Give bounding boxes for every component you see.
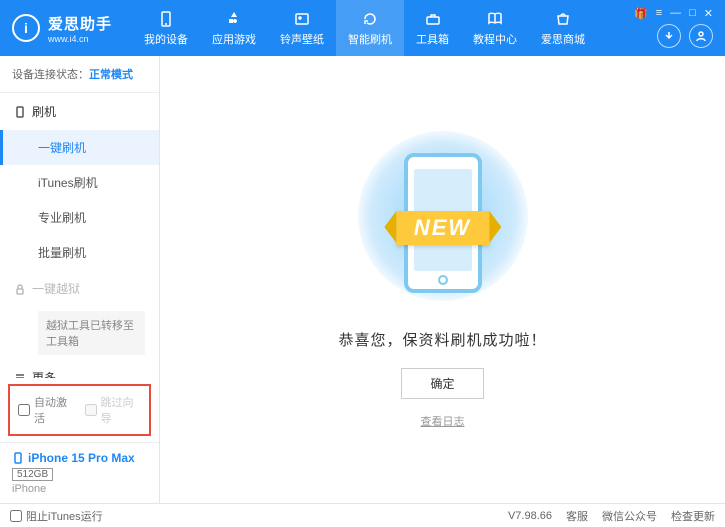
group-label: 一键越狱 [32,280,80,297]
group-label: 刷机 [32,103,56,120]
status-value: 正常模式 [89,69,133,81]
nav-flash[interactable]: 智能刷机 [336,0,404,56]
nav-label: 爱思商城 [541,31,585,47]
download-button[interactable] [657,24,681,48]
success-message: 恭喜您，保资料刷机成功啦！ [338,329,546,350]
status-label: 设备连接状态： [12,69,89,81]
new-ribbon: NEW [396,211,489,245]
nav-label: 智能刷机 [348,31,392,47]
footer-link-support[interactable]: 客服 [566,508,588,524]
menu-icon[interactable]: ≡ [656,7,662,19]
sidebar-item-itunes[interactable]: iTunes刷机 [0,165,159,200]
flash-options-box: 自动激活 跳过向导 [8,384,151,436]
lock-icon [14,283,26,295]
nav-tutorials[interactable]: 教程中心 [461,0,529,56]
menu-group-jailbreak: 一键越狱 [0,270,159,307]
bag-icon [554,10,572,28]
device-name[interactable]: iPhone 15 Pro Max [12,451,147,465]
success-illustration: NEW [343,131,543,311]
gift-icon[interactable]: 🎁 [634,7,648,20]
brand-url: www.i4.cn [48,34,112,44]
nav-label: 我的设备 [144,31,188,47]
nav-label: 铃声壁纸 [280,31,324,47]
nav-label: 应用游戏 [212,31,256,47]
storage-badge: 512GB [12,468,53,481]
phone-small-icon [14,106,26,118]
version-label: V7.98.66 [508,510,552,522]
nav-label: 工具箱 [416,31,449,47]
user-button[interactable] [689,24,713,48]
device-type: iPhone [12,483,147,495]
apps-icon [225,10,243,28]
nav-store[interactable]: 爱思商城 [529,0,597,56]
minimize-icon[interactable]: — [670,7,681,19]
menu-group-flash[interactable]: 刷机 [0,93,159,130]
nav-apps[interactable]: 应用游戏 [200,0,268,56]
nav-my-device[interactable]: 我的设备 [132,0,200,56]
sidebar-item-oneclick[interactable]: 一键刷机 [0,130,159,165]
sidebar-item-batch[interactable]: 批量刷机 [0,235,159,270]
phone-device-icon [12,452,24,464]
phone-icon [157,10,175,28]
nav-toolbox[interactable]: 工具箱 [404,0,461,56]
device-info: iPhone 15 Pro Max 512GB iPhone [0,442,159,503]
logo-icon: i [12,14,40,42]
view-log-link[interactable]: 查看日志 [421,413,465,429]
nav-ringtones[interactable]: 铃声壁纸 [268,0,336,56]
menu-group-more[interactable]: 更多 [0,359,159,378]
group-label: 更多 [32,369,56,378]
maximize-icon[interactable]: □ [689,7,696,19]
toolbox-icon [424,10,442,28]
sidebar-item-pro[interactable]: 专业刷机 [0,200,159,235]
book-icon [486,10,504,28]
refresh-icon [361,10,379,28]
image-icon [293,10,311,28]
block-itunes-checkbox[interactable]: 阻止iTunes运行 [10,508,103,524]
footer: 阻止iTunes运行 V7.98.66 客服 微信公众号 检查更新 [0,503,725,527]
nav-label: 教程中心 [473,31,517,47]
footer-link-update[interactable]: 检查更新 [671,508,715,524]
skip-guide-checkbox[interactable]: 跳过向导 [85,394,142,426]
main-content: NEW 恭喜您，保资料刷机成功啦！ 确定 查看日志 [160,56,725,503]
ok-button[interactable]: 确定 [401,368,483,399]
brand-name: 爱思助手 [48,13,112,34]
footer-link-wechat[interactable]: 微信公众号 [602,508,657,524]
jailbreak-note: 越狱工具已转移至工具箱 [38,311,145,355]
window-controls: 🎁 ≡ — □ ✕ [634,7,713,20]
list-icon [14,372,26,379]
device-status: 设备连接状态：正常模式 [0,56,159,93]
brand-block: 爱思助手 www.i4.cn [48,13,112,44]
auto-activate-checkbox[interactable]: 自动激活 [18,394,75,426]
close-icon[interactable]: ✕ [704,7,713,20]
sidebar: 设备连接状态：正常模式 刷机 一键刷机 iTunes刷机 专业刷机 批量刷机 一… [0,56,160,503]
top-nav: 我的设备 应用游戏 铃声壁纸 智能刷机 工具箱 教程中心 爱思商城 [132,0,634,56]
